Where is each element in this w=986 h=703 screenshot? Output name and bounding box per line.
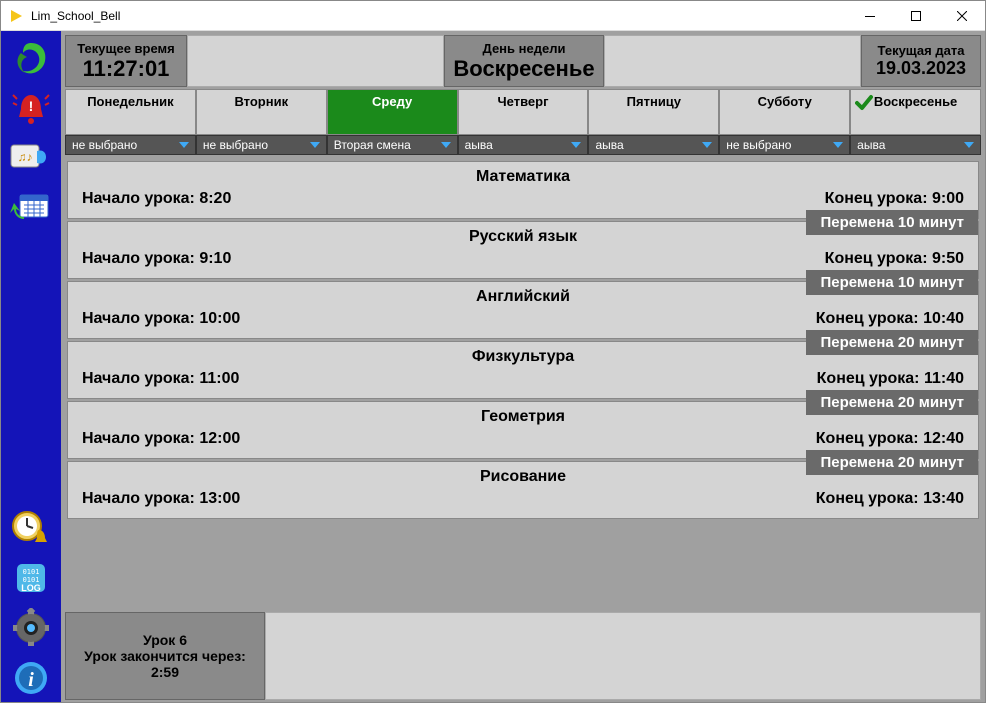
lesson-countdown-label: Урок закончится через: [84,648,246,664]
break-badge: Перемена 20 минут [806,450,978,475]
info-icon[interactable]: i [7,654,55,702]
header-spacer-2 [604,35,861,87]
lesson-end: Конец урока: 10:40 [816,310,964,328]
current-time-label: Текущее время [77,41,175,56]
sidebar: ! ♫♪ [1,31,61,702]
svg-text:♫♪: ♫♪ [18,150,33,164]
lesson-start: Начало урока: 10:00 [82,310,240,328]
day-tab-label: Среду [372,94,412,109]
day-of-week-value: Воскресенье [453,56,594,82]
day-shift-select-4[interactable]: аыва [588,135,719,155]
footer: Урок 6 Урок закончится через: 2:59 [61,612,985,702]
lesson-end: Конец урока: 12:40 [816,430,964,448]
lesson-card-5[interactable]: Перемена 20 минутРисованиеНачало урока: … [67,461,979,519]
dropdown-arrow-icon [964,142,974,148]
dropdown-arrow-icon [179,142,189,148]
day-shift-select-value: не выбрано [726,138,791,152]
music-schedule-icon[interactable]: ♫♪ [7,135,55,183]
day-shift-select-value: не выбрано [203,138,268,152]
dropdown-arrow-icon [702,142,712,148]
day-tab-label: Четверг [498,94,549,109]
lesson-subject: Математика [68,162,978,186]
dropdown-arrow-icon [571,142,581,148]
day-shift-select-value: аыва [857,138,885,152]
day-tab-label: Воскресенье [874,94,957,109]
lesson-end: Конец урока: 11:40 [817,370,964,388]
day-shift-select-value: аыва [595,138,623,152]
day-tab-6[interactable]: Воскресенье [850,89,981,135]
dropdown-arrow-icon [833,142,843,148]
day-tabs-row: Понедельник Вторник Среду Четверг Пятницу Суб… [65,89,981,135]
calendar-return-icon[interactable] [7,185,55,233]
current-date-box: Текущая дата 19.03.2023 [861,35,981,87]
lesson-status-title: Урок 6 [143,632,187,648]
alarm-bell-icon[interactable]: ! [7,85,55,133]
current-time-box: Текущее время 11:27:01 [65,35,187,87]
current-time-value: 11:27:01 [83,56,170,82]
day-shift-select-value: аыва [465,138,493,152]
lesson-start: Начало урока: 9:10 [82,250,231,268]
lesson-start: Начало урока: 12:00 [82,430,240,448]
day-tab-label: Понедельник [87,94,173,109]
day-tab-5[interactable]: Субботу [719,89,850,135]
day-shift-select-1[interactable]: не выбрано [196,135,327,155]
footer-fill [265,612,981,700]
dropdown-arrow-icon [310,142,320,148]
lesson-end: Конец урока: 9:00 [825,190,964,208]
break-badge: Перемена 10 минут [806,270,978,295]
lesson-end: Конец урока: 9:50 [825,250,964,268]
main-panel: Текущее время 11:27:01 День недели Воскр… [61,31,985,702]
day-tab-3[interactable]: Четверг [458,89,589,135]
logo-swirl-icon[interactable] [7,35,55,83]
day-tab-4[interactable]: Пятницу [588,89,719,135]
settings-gear-icon[interactable] [7,604,55,652]
day-shift-select-6[interactable]: аыва [850,135,981,155]
current-date-label: Текущая дата [878,43,965,58]
clock-bell-icon[interactable] [7,504,55,552]
lessons-list: Математика Начало урока: 8:20 Конец урока:… [67,161,979,606]
day-of-week-label: День недели [483,41,566,56]
break-badge: Перемена 20 минут [806,330,978,355]
app-play-icon [7,7,25,25]
maximize-button[interactable] [893,1,939,31]
window-title: Lim_School_Bell [31,9,120,23]
titlebar: Lim_School_Bell [1,1,985,31]
lesson-end: Конец урока: 13:40 [816,490,964,508]
day-tab-0[interactable]: Понедельник [65,89,196,135]
day-shift-select-value: не выбрано [72,138,137,152]
lesson-status-box: Урок 6 Урок закончится через: 2:59 [65,612,265,700]
day-dropdown-row: не выбрано не выбрано Вторая смена аыва аыва… [65,135,981,155]
day-tab-label: Вторник [234,94,288,109]
svg-text:i: i [28,669,34,691]
day-tab-label: Субботу [758,94,812,109]
day-shift-select-3[interactable]: аыва [458,135,589,155]
today-check-icon [855,94,873,115]
current-date-value: 19.03.2023 [876,58,966,79]
close-button[interactable] [939,1,985,31]
break-badge: Перемена 10 минут [806,210,978,235]
day-tab-1[interactable]: Вторник [196,89,327,135]
lesson-countdown-value: 2:59 [151,664,179,680]
day-shift-select-2[interactable]: Вторая смена [327,135,458,155]
day-of-week-box: День недели Воскресенье [444,35,604,87]
dropdown-arrow-icon [441,142,451,148]
svg-text:0101: 0101 [23,568,40,576]
lesson-start: Начало урока: 8:20 [82,190,231,208]
day-shift-select-value: Вторая смена [334,138,411,152]
break-badge: Перемена 20 минут [806,390,978,415]
minimize-button[interactable] [847,1,893,31]
svg-text:!: ! [29,98,34,114]
header-spacer-1 [187,35,444,87]
day-shift-select-5[interactable]: не выбрано [719,135,850,155]
day-shift-select-0[interactable]: не выбрано [65,135,196,155]
svg-text:LOG: LOG [21,583,41,593]
lesson-start: Начало урока: 13:00 [82,490,240,508]
day-tab-label: Пятницу [627,94,681,109]
lesson-start: Начало урока: 11:00 [82,370,239,388]
header-info-row: Текущее время 11:27:01 День недели Воскр… [61,31,985,87]
log-icon[interactable]: 0101 0101 LOG [7,554,55,602]
day-tab-2[interactable]: Среду [327,89,458,135]
